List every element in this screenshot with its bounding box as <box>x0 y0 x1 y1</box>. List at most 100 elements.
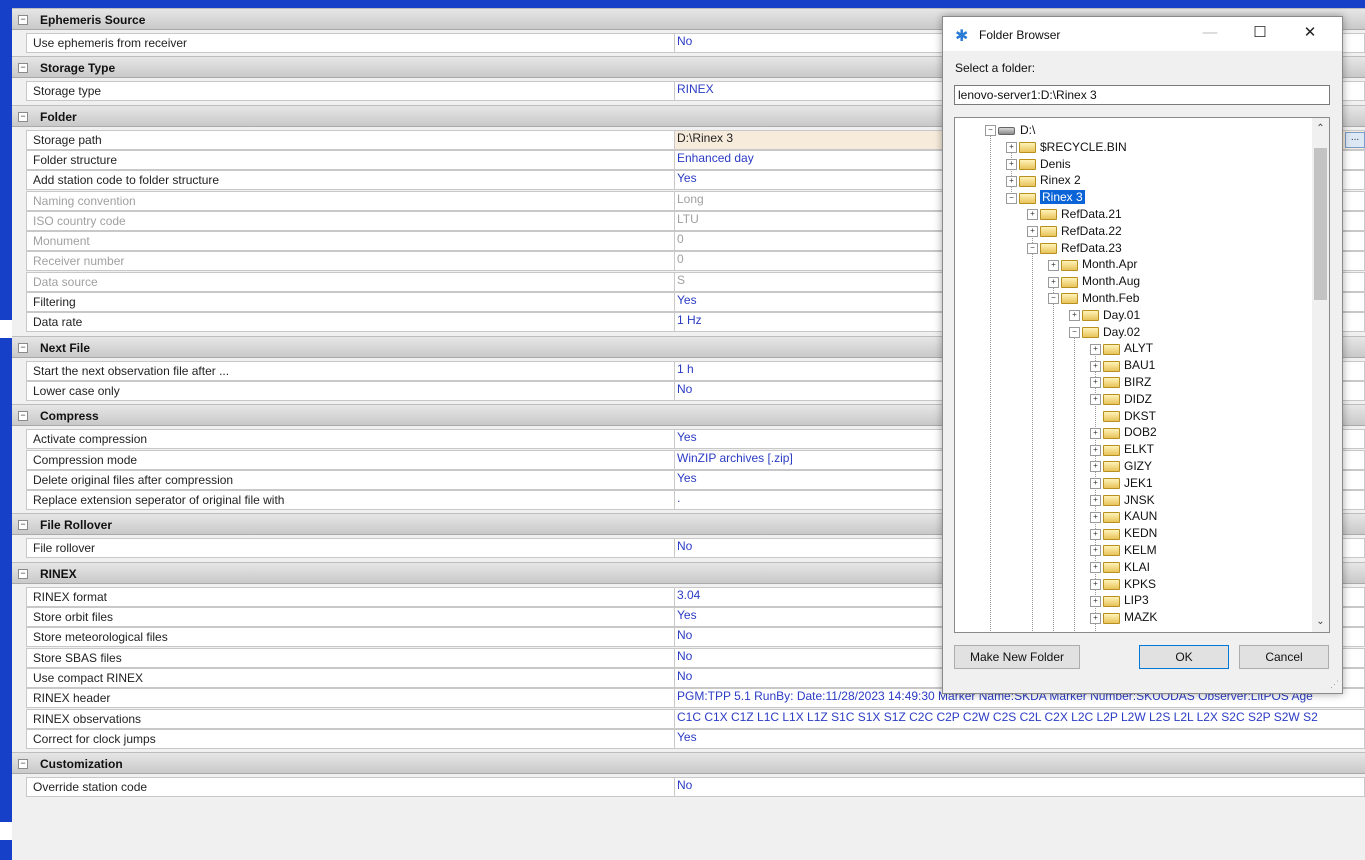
expand-icon[interactable]: + <box>1090 494 1101 506</box>
expand-icon[interactable]: + <box>1090 595 1101 607</box>
property-name[interactable]: Use ephemeris from receiver <box>26 33 674 53</box>
tree-node-label[interactable]: KPKS <box>1124 577 1156 591</box>
expand-icon[interactable]: + <box>1090 578 1101 590</box>
tree-node-label[interactable]: LIP3 <box>1124 593 1149 607</box>
property-name[interactable]: Start the next observation file after ..… <box>26 360 674 381</box>
category-customization[interactable]: − Customization <box>12 752 1365 775</box>
property-name[interactable]: Delete original files after compression <box>26 469 674 490</box>
property-name[interactable]: Data source <box>26 271 674 292</box>
tree-node-label[interactable]: MAZK <box>1124 610 1157 624</box>
collapse-icon[interactable]: − <box>1006 192 1017 204</box>
folder-tree[interactable]: ⌃ ⌄ − D:\ + $RECYCLE.BIN + Denis + Rinex 2 − Rine… <box>954 117 1330 633</box>
property-name[interactable]: Storage type <box>26 81 674 102</box>
expand-icon[interactable]: + <box>1090 478 1101 490</box>
tree-node-label[interactable]: Month.Feb <box>1082 291 1139 305</box>
tree-node-label[interactable]: Day.01 <box>1103 308 1140 322</box>
property-name[interactable]: Store meteorological files <box>26 627 674 648</box>
tree-node[interactable]: + $RECYCLE.BIN <box>1006 139 1127 155</box>
tree-node[interactable]: + JEK1 <box>1090 475 1153 491</box>
expand-icon[interactable]: + <box>1006 175 1017 187</box>
expand-icon[interactable]: + <box>1006 158 1017 170</box>
collapse-icon[interactable]: − <box>1069 326 1080 338</box>
tree-node[interactable]: + GIZY <box>1090 458 1152 474</box>
property-value[interactable]: C1C C1X C1Z L1C L1X L1Z S1C S1X S1Z C2C … <box>674 708 1365 729</box>
tree-node-label[interactable]: BAU1 <box>1124 358 1155 372</box>
property-name[interactable]: Store SBAS files <box>26 647 674 668</box>
tree-node[interactable]: + JNSK <box>1090 492 1155 508</box>
expand-icon[interactable]: + <box>1090 545 1101 557</box>
expand-icon[interactable]: + <box>1048 276 1059 288</box>
property-name[interactable]: Correct for clock jumps <box>26 728 674 749</box>
tree-node-label[interactable]: KAUN <box>1124 509 1157 523</box>
tree-scrollbar[interactable]: ⌃ ⌄ <box>1312 118 1329 632</box>
tree-node[interactable]: + MAZK <box>1090 609 1157 625</box>
tree-node-label[interactable]: BIRZ <box>1124 375 1151 389</box>
tree-node-label[interactable]: Rinex 2 <box>1040 173 1081 187</box>
collapse-icon[interactable]: − <box>1048 293 1059 305</box>
dialog-title-bar[interactable]: ✱ Folder Browser — ☐ ✕ <box>943 17 1342 51</box>
tree-node[interactable]: + KEDN <box>1090 525 1157 541</box>
expand-icon[interactable]: + <box>1090 461 1101 473</box>
property-name[interactable]: Receiver number <box>26 251 674 272</box>
expand-icon[interactable]: + <box>1090 444 1101 456</box>
tree-node-label[interactable]: $RECYCLE.BIN <box>1040 140 1127 154</box>
expand-icon[interactable]: + <box>1006 142 1017 154</box>
ok-button[interactable]: OK <box>1139 645 1229 669</box>
property-name[interactable]: Filtering <box>26 292 674 312</box>
tree-node[interactable]: − Month.Feb <box>1048 290 1139 306</box>
property-name[interactable]: Add station code to folder structure <box>26 170 674 191</box>
tree-node[interactable]: + KPKS <box>1090 576 1156 592</box>
browse-button[interactable]: ... <box>1345 131 1365 148</box>
resize-grip-icon[interactable]: ⋰ <box>1330 679 1339 690</box>
tree-node[interactable]: + Day.01 <box>1069 307 1140 323</box>
collapse-icon[interactable]: − <box>18 111 28 122</box>
tree-node[interactable]: + Rinex 2 <box>1006 172 1081 188</box>
property-name[interactable]: Data rate <box>26 312 674 333</box>
property-name[interactable]: Folder structure <box>26 149 674 170</box>
tree-node[interactable]: + ALYT <box>1090 340 1153 356</box>
expand-icon[interactable]: + <box>1090 360 1101 372</box>
tree-node-label[interactable]: Denis <box>1040 157 1071 171</box>
tree-node-label[interactable]: KLAI <box>1124 560 1150 574</box>
tree-node[interactable]: + RefData.22 <box>1027 223 1122 239</box>
expand-icon[interactable]: + <box>1090 343 1101 355</box>
tree-node[interactable]: + LIP3 <box>1090 592 1149 608</box>
tree-node-label[interactable]: GIZY <box>1124 459 1152 473</box>
property-name[interactable]: Override station code <box>26 777 674 798</box>
expand-icon[interactable]: + <box>1090 377 1101 389</box>
tree-node-label[interactable]: JNSK <box>1124 493 1155 507</box>
expand-icon[interactable]: + <box>1090 562 1101 574</box>
property-name[interactable]: Monument <box>26 231 674 252</box>
collapse-icon[interactable]: − <box>985 125 996 137</box>
property-name[interactable]: RINEX observations <box>26 708 674 729</box>
expand-icon[interactable]: + <box>1069 310 1080 322</box>
property-name[interactable]: ISO country code <box>26 210 674 231</box>
collapse-icon[interactable]: − <box>18 568 28 579</box>
tree-node-label[interactable]: DIDZ <box>1124 392 1152 406</box>
property-row[interactable]: Override station code No <box>12 777 1365 798</box>
property-name[interactable]: Compression mode <box>26 449 674 470</box>
tree-node-label[interactable]: JEK1 <box>1124 476 1153 490</box>
tree-node[interactable]: − D:\ <box>985 122 1035 138</box>
tree-node[interactable]: + ELKT <box>1090 441 1154 457</box>
tree-node[interactable]: − RefData.23 <box>1027 240 1122 256</box>
expand-icon[interactable]: + <box>1090 511 1101 523</box>
tree-node[interactable]: + KELM <box>1090 542 1157 558</box>
property-name[interactable]: File rollover <box>26 538 674 559</box>
maximize-button[interactable]: ☐ <box>1245 23 1275 45</box>
tree-node-label[interactable]: DKST <box>1124 409 1156 423</box>
property-name[interactable]: Use compact RINEX <box>26 667 674 688</box>
expand-icon[interactable]: + <box>1090 612 1101 624</box>
tree-node[interactable]: + Month.Aug <box>1048 273 1140 289</box>
property-name[interactable]: Storage path <box>26 129 674 150</box>
property-name[interactable]: Store orbit files <box>26 607 674 627</box>
collapse-icon[interactable]: − <box>18 15 28 25</box>
tree-node-label[interactable]: ALYT <box>1124 341 1153 355</box>
scroll-down-icon[interactable]: ⌄ <box>1312 613 1329 630</box>
collapse-icon[interactable]: − <box>18 411 28 422</box>
tree-node[interactable]: + DIDZ <box>1090 391 1152 407</box>
tree-node[interactable]: − Rinex 3 <box>1006 189 1085 205</box>
tree-node[interactable]: + Month.Apr <box>1048 256 1137 272</box>
tree-node[interactable]: DKST <box>1090 408 1156 424</box>
expand-icon[interactable]: + <box>1027 209 1038 221</box>
